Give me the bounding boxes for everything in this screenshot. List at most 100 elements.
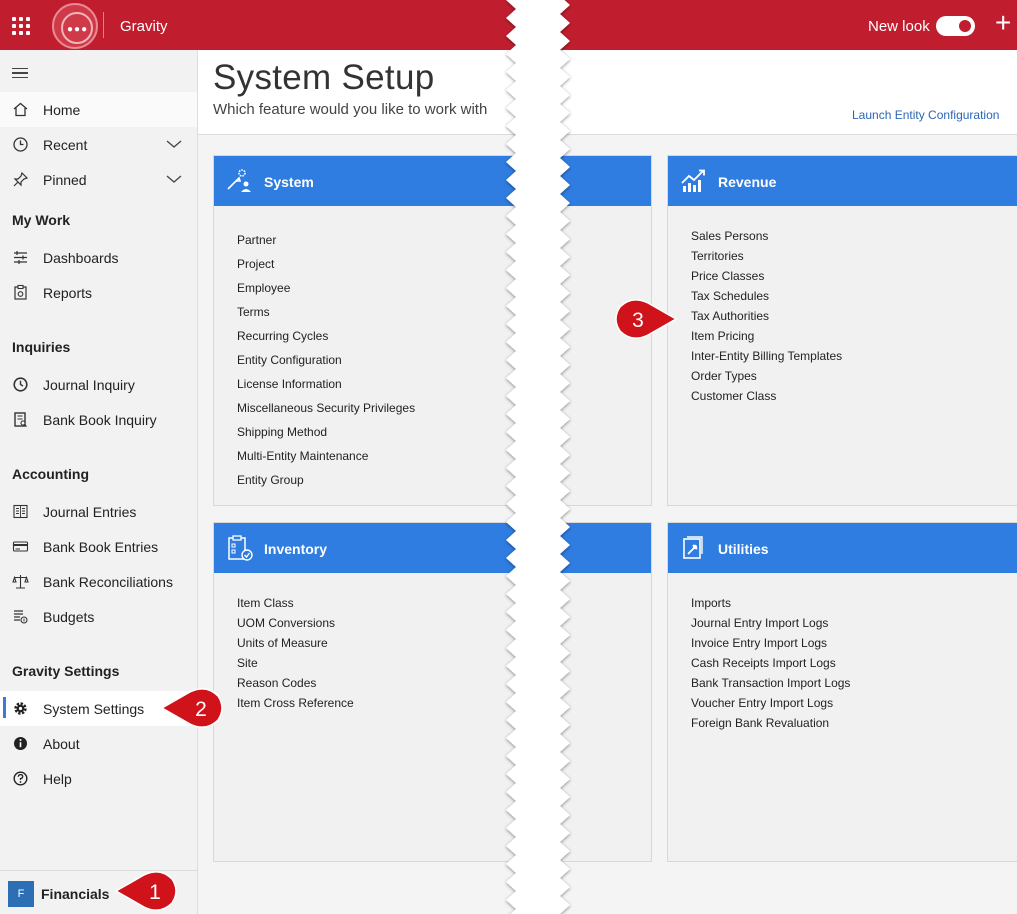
- page-subtitle: Which feature would you like to work wit…: [213, 101, 488, 118]
- utilities-link-foreign-bank-revaluation[interactable]: Foreign Bank Revaluation: [691, 713, 850, 733]
- utilities-link-journal-entry-import-logs[interactable]: Journal Entry Import Logs: [691, 613, 850, 633]
- system-link-partner[interactable]: Partner: [237, 228, 415, 252]
- sidebar-item-label: Dashboards: [43, 250, 119, 266]
- app-launcher-icon[interactable]: [12, 17, 30, 35]
- launch-entity-configuration-link[interactable]: Launch Entity Configuration: [852, 108, 999, 122]
- revenue-link-inter-entity-billing-templates[interactable]: Inter-Entity Billing Templates: [691, 346, 842, 366]
- sidebar-item-home[interactable]: Home: [0, 92, 197, 127]
- utilities-link-invoice-entry-import-logs[interactable]: Invoice Entry Import Logs: [691, 633, 850, 653]
- system-link-entity-group[interactable]: Entity Group: [237, 468, 415, 492]
- chevron-down-icon[interactable]: [165, 170, 183, 191]
- home-icon: [12, 101, 29, 118]
- revenue-card-title: Revenue: [718, 174, 777, 190]
- revenue-link-price-classes[interactable]: Price Classes: [691, 266, 842, 286]
- info-icon: [12, 735, 29, 752]
- ledger-icon: [12, 503, 29, 520]
- sidebar-item-label: Recent: [43, 137, 88, 153]
- revenue-link-customer-class[interactable]: Customer Class: [691, 386, 842, 406]
- new-look-toggle[interactable]: [936, 16, 975, 36]
- inventory-link-item-class[interactable]: Item Class: [237, 593, 354, 613]
- revenue-link-item-pricing[interactable]: Item Pricing: [691, 326, 842, 346]
- section-header-gravity-settings: Gravity Settings: [12, 663, 120, 679]
- callout-marker: 2: [160, 688, 223, 728]
- inventory-link-uom-conversions[interactable]: UOM Conversions: [237, 613, 354, 633]
- utilities-link-imports[interactable]: Imports: [691, 593, 850, 613]
- system-link-shipping-method[interactable]: Shipping Method: [237, 420, 415, 444]
- revenue-link-order-types[interactable]: Order Types: [691, 366, 842, 386]
- sidebar-item-pinned[interactable]: Pinned: [0, 162, 197, 197]
- sidebar-item-journal-inquiry[interactable]: Journal Inquiry: [0, 367, 197, 402]
- revenue-link-tax-authorities[interactable]: Tax Authorities: [691, 306, 842, 326]
- system-card: System Partner Project Employee Terms Re…: [213, 155, 652, 506]
- bank-card-icon: [12, 538, 29, 555]
- app-name: Gravity: [120, 18, 168, 35]
- sidebar-item-label: Bank Book Inquiry: [43, 412, 157, 428]
- page-title: System Setup: [213, 58, 435, 97]
- utilities-link-cash-receipts-import-logs[interactable]: Cash Receipts Import Logs: [691, 653, 850, 673]
- inventory-card-header: Inventory: [214, 523, 651, 573]
- sidebar-item-dashboards[interactable]: Dashboards: [0, 240, 197, 275]
- utilities-card-title: Utilities: [718, 541, 769, 557]
- sidebar-item-label: Bank Reconciliations: [43, 574, 173, 590]
- utilities-link-bank-transaction-import-logs[interactable]: Bank Transaction Import Logs: [691, 673, 850, 693]
- sidebar-item-help[interactable]: Help: [0, 761, 197, 796]
- financials-badge: F: [8, 881, 34, 907]
- new-look-label: New look: [868, 18, 930, 35]
- sidebar-item-label: Help: [43, 771, 72, 787]
- scales-icon: [12, 573, 29, 590]
- sidebar-item-label: Home: [43, 102, 81, 118]
- inventory-link-item-cross-reference[interactable]: Item Cross Reference: [237, 693, 354, 713]
- history-icon: [12, 376, 29, 393]
- revenue-link-tax-schedules[interactable]: Tax Schedules: [691, 286, 842, 306]
- inventory-card: Inventory Item Class UOM Conversions Uni…: [213, 522, 652, 862]
- revenue-card-header: Revenue: [668, 156, 1017, 206]
- add-icon[interactable]: +: [995, 8, 1011, 38]
- utilities-document-icon: [680, 534, 708, 562]
- pin-icon: [12, 171, 29, 188]
- sidebar-item-label: Pinned: [43, 172, 87, 188]
- sidebar-item-bank-reconciliations[interactable]: Bank Reconciliations: [0, 564, 197, 599]
- utilities-card: Utilities Imports Journal Entry Import L…: [667, 522, 1017, 862]
- system-link-recurring-cycles[interactable]: Recurring Cycles: [237, 324, 415, 348]
- utilities-link-voucher-entry-import-logs[interactable]: Voucher Entry Import Logs: [691, 693, 850, 713]
- revenue-link-sales-persons[interactable]: Sales Persons: [691, 226, 842, 246]
- brand-logo-icon: ●●●: [52, 3, 98, 49]
- sidebar-item-label: Journal Inquiry: [43, 377, 135, 393]
- revenue-link-territories[interactable]: Territories: [691, 246, 842, 266]
- chevron-down-icon[interactable]: [165, 135, 183, 156]
- torn-edge-divider: [506, 0, 570, 914]
- sidebar-item-about[interactable]: About: [0, 726, 197, 761]
- book-search-icon: [12, 411, 29, 428]
- system-card-title: System: [264, 174, 314, 190]
- inventory-link-units-of-measure[interactable]: Units of Measure: [237, 633, 354, 653]
- inventory-link-reason-codes[interactable]: Reason Codes: [237, 673, 354, 693]
- topbar-divider: [103, 12, 104, 38]
- sidebar-item-bank-book-inquiry[interactable]: Bank Book Inquiry: [0, 402, 197, 437]
- financials-label: Financials: [41, 886, 110, 902]
- inventory-link-site[interactable]: Site: [237, 653, 354, 673]
- system-link-employee[interactable]: Employee: [237, 276, 415, 300]
- revenue-card: Revenue Sales Persons Territories Price …: [667, 155, 1017, 506]
- sidebar-item-budgets[interactable]: Budgets: [0, 599, 197, 634]
- system-link-entity-configuration[interactable]: Entity Configuration: [237, 348, 415, 372]
- sidebar-item-label: System Settings: [43, 701, 145, 717]
- system-link-misc-security-privileges[interactable]: Miscellaneous Security Privileges: [237, 396, 415, 420]
- sidebar-item-reports[interactable]: Reports: [0, 275, 197, 310]
- system-link-project[interactable]: Project: [237, 252, 415, 276]
- system-link-terms[interactable]: Terms: [237, 300, 415, 324]
- sidebar-item-journal-entries[interactable]: Journal Entries: [0, 494, 197, 529]
- report-icon: [12, 284, 29, 301]
- section-header-accounting: Accounting: [12, 466, 89, 482]
- sidebar-item-recent[interactable]: Recent: [0, 127, 197, 162]
- utilities-card-header: Utilities: [668, 523, 1017, 573]
- clock-icon: [12, 136, 29, 153]
- inventory-card-title: Inventory: [264, 541, 328, 557]
- system-tools-icon: [226, 167, 254, 195]
- hamburger-menu-icon[interactable]: [12, 68, 28, 78]
- dashboard-icon: [12, 249, 29, 266]
- sidebar-item-bank-book-entries[interactable]: Bank Book Entries: [0, 529, 197, 564]
- sidebar-item-label: About: [43, 736, 80, 752]
- gear-icon: [12, 700, 29, 717]
- system-link-license-information[interactable]: License Information: [237, 372, 415, 396]
- system-link-multi-entity-maintenance[interactable]: Multi-Entity Maintenance: [237, 444, 415, 468]
